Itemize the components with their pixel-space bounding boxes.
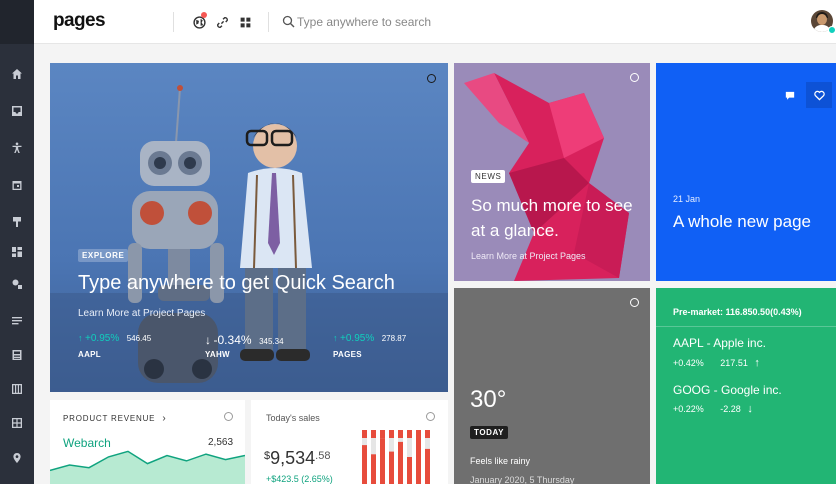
stock-yahw: ↓ -0.34% 345.34 YAHW [205,333,284,359]
tile-option-circle[interactable] [224,412,233,421]
today-tag: TODAY [470,426,509,439]
premarket-title: Pre-market: 116.850.50(0.43%) [673,307,802,317]
tables-icon[interactable] [7,345,27,365]
sales-bar-cap [380,430,385,438]
sales-bar [380,438,385,484]
sales-bar [425,448,430,484]
accessibility-icon[interactable] [7,138,27,158]
arrow-up-icon: ↑ [333,333,338,343]
sales-bar [389,451,394,484]
revenue-area-chart [50,450,245,484]
stock-row-aapl: +0.42% 217.51 ↑ [673,357,760,369]
tile-option-circle[interactable] [630,298,639,307]
tile-option-circle[interactable] [426,412,435,421]
search-input[interactable] [297,12,617,32]
calendar-icon[interactable] [7,175,27,195]
stock-aapl: ↑ +0.95% 546.45 AAPL [78,333,152,359]
logo[interactable]: pages [53,10,106,32]
sales-bar [398,441,403,484]
sales-amount: $9,534.58 [264,448,331,468]
explore-tag: EXPLORE [78,249,129,262]
sales-change: +$423.5 (2.65%) [266,474,333,484]
top-header: pages [34,0,836,44]
link-icon[interactable] [214,14,230,30]
sales-bar-cap [371,430,376,438]
stock-pages: ↑ +0.95% 278.87 PAGES [333,333,407,359]
stock-name-aapl[interactable]: AAPL - Apple inc. [673,336,766,350]
home-icon[interactable] [7,64,27,84]
sales-bar [416,435,421,484]
sales-bar-cap [362,430,367,438]
inbox-icon[interactable] [7,101,27,121]
divider [656,326,836,327]
maps-icon[interactable] [7,379,27,399]
sales-bar [407,457,412,484]
layouts-icon[interactable] [7,242,27,262]
online-status-dot [828,26,836,34]
social-icon[interactable] [7,274,27,294]
product-revenue-label[interactable]: PRODUCT REVENUE › [63,413,166,424]
explore-subtitle[interactable]: Learn More at Project Pages [78,308,205,319]
arrow-down-icon: ↓ [205,333,211,347]
sales-bar [371,454,376,484]
news-title[interactable]: So much more to see at a glance. [471,193,641,243]
blue-tile-date: 21 Jan [673,194,701,204]
arrow-up-icon: ↑ [754,357,760,369]
arrow-up-icon: ↑ [78,333,83,343]
stock-row-goog: +0.22% -2.28 ↓ [673,403,753,415]
weather-description: Feels like rainy [470,456,531,466]
sales-bar-chart [362,430,430,484]
news-tag: NEWS [471,170,506,183]
header-divider [268,12,269,32]
stock-name-goog[interactable]: GOOG - Google inc. [673,383,782,397]
apps-grid-icon[interactable] [237,14,253,30]
brush-icon[interactable] [7,212,27,232]
heart-icon[interactable] [806,82,832,108]
sales-bar-cap [389,430,394,438]
sidebar-header [0,0,34,44]
blue-tile-title[interactable]: A whole new page [673,209,823,235]
chevron-right-icon: › [162,413,167,424]
temperature: 30° [470,386,507,413]
location-icon[interactable] [7,448,27,468]
sales-bar-cap [407,430,412,438]
search-icon [282,15,295,28]
tile-option-circle[interactable] [427,74,436,83]
sales-bar [362,445,367,484]
sales-bar-cap [398,430,403,438]
weather-date: January 2020, 5 Thursday [470,475,575,484]
todays-sales-label: Today's sales [266,413,320,423]
chat-icon[interactable] [780,86,800,106]
grid-icon[interactable] [7,413,27,433]
arrow-down-icon: ↓ [747,403,753,415]
sales-bar-cap [425,430,430,438]
notification-dot [201,12,207,18]
explore-title[interactable]: Type anywhere to get Quick Search [78,272,395,295]
sidebar [0,0,34,484]
header-divider [173,12,174,32]
news-subtitle[interactable]: Learn More at Project Pages [471,251,586,261]
forms-icon[interactable] [7,311,27,331]
tile-option-circle[interactable] [630,73,639,82]
